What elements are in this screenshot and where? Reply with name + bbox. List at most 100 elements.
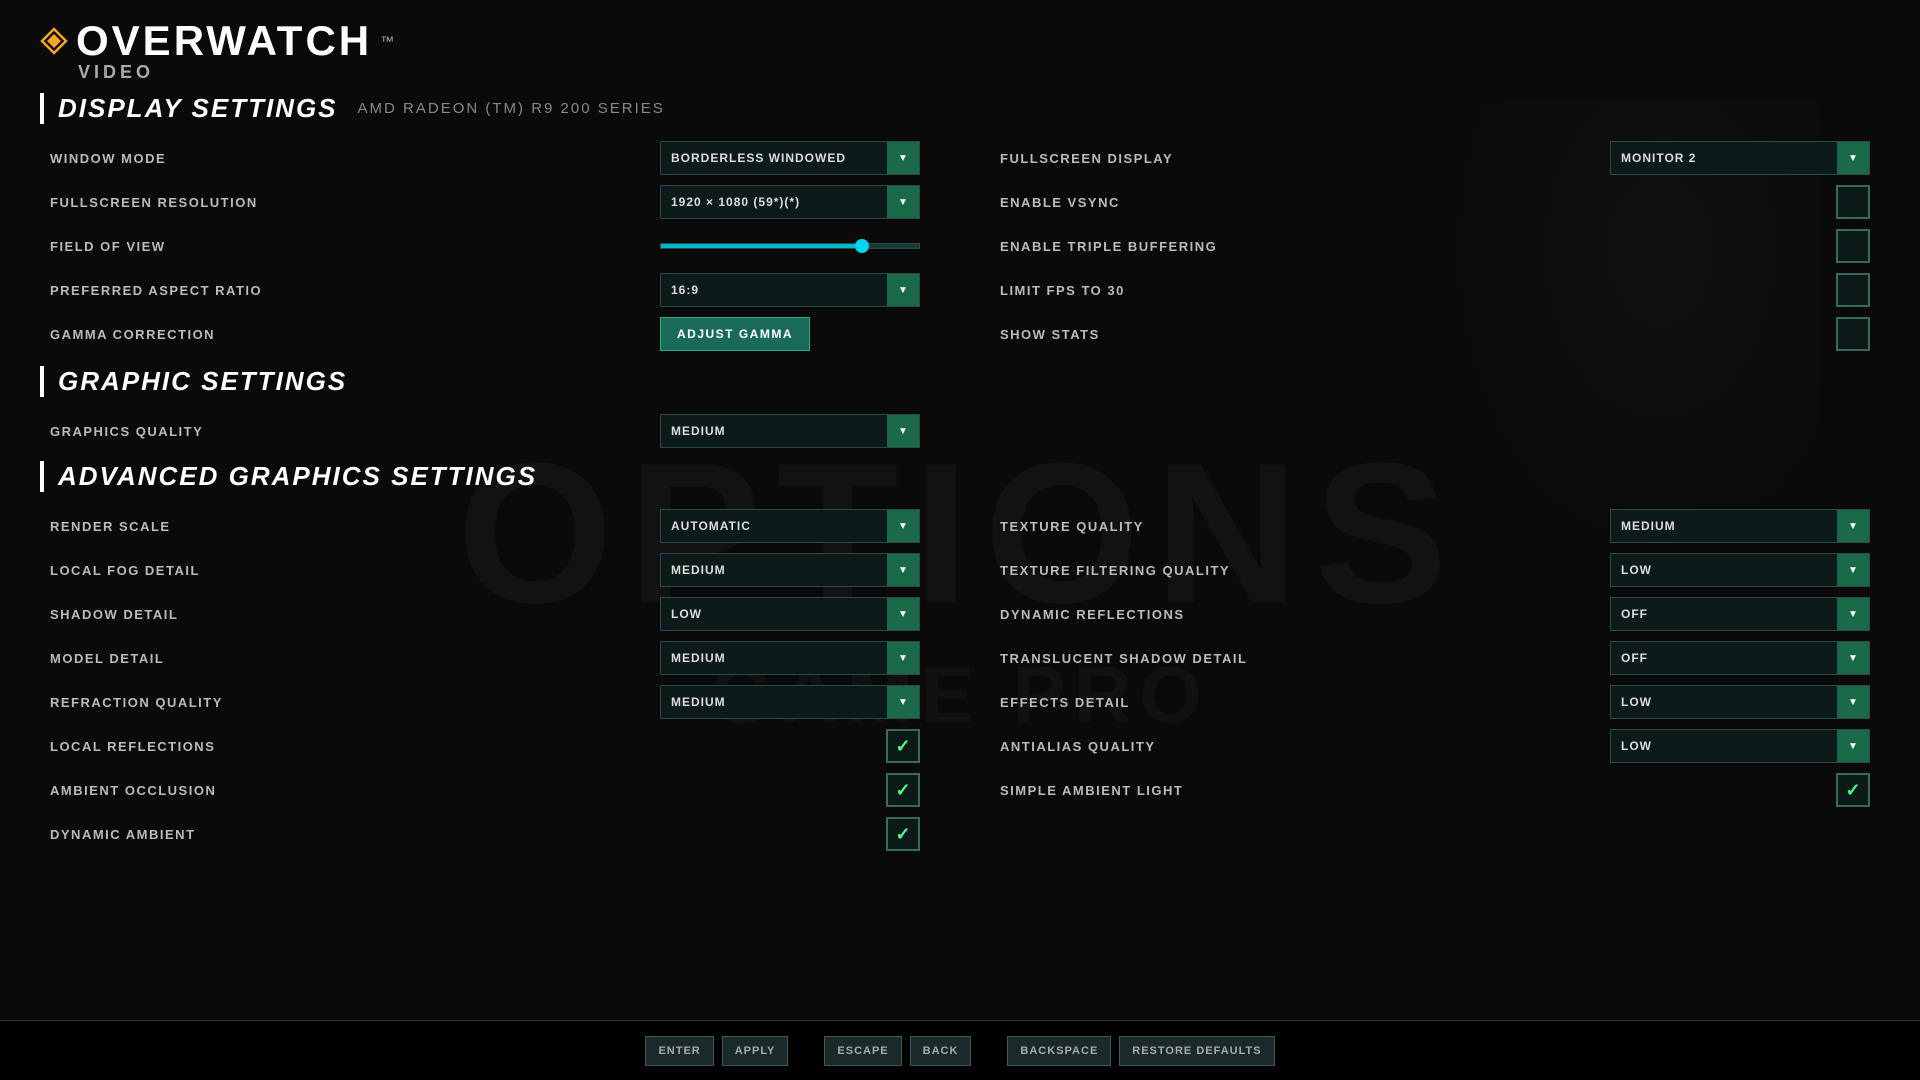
field-of-view-track	[660, 243, 920, 249]
render-scale-label: RENDER SCALE	[50, 519, 310, 534]
gpu-label: AMD RADEON (TM) R9 200 SERIES	[358, 100, 665, 117]
limit-fps-label: LIMIT FPS TO 30	[1000, 283, 1260, 298]
antialias-quality-label: ANTIALIAS QUALITY	[1000, 739, 1260, 754]
graphics-quality-row: GRAPHICS QUALITY MEDIUM	[50, 409, 920, 453]
graphic-right-column	[1000, 409, 1870, 453]
dynamic-reflections-arrow	[1837, 598, 1869, 630]
fullscreen-resolution-dropdown[interactable]: 1920 × 1080 (59*)(*)	[660, 185, 920, 219]
ambient-occlusion-checkbox[interactable]	[886, 773, 920, 807]
refraction-quality-row: REFRACTION QUALITY MEDIUM	[50, 680, 920, 724]
refraction-quality-label: REFRACTION QUALITY	[50, 695, 310, 710]
gamma-correction-label: GAMMA CORRECTION	[50, 327, 310, 342]
gamma-correction-row: GAMMA CORRECTION ADJUST GAMMA	[50, 312, 920, 356]
local-fog-detail-dropdown[interactable]: MEDIUM	[660, 553, 920, 587]
graphics-quality-value: MEDIUM	[661, 424, 887, 438]
simple-ambient-light-checkbox[interactable]	[1836, 773, 1870, 807]
local-fog-detail-value: MEDIUM	[661, 563, 887, 577]
model-detail-value: MEDIUM	[661, 651, 887, 665]
fullscreen-display-row: FULLSCREEN DISPLAY Monitor 2	[1000, 136, 1870, 180]
fullscreen-display-dropdown[interactable]: Monitor 2	[1610, 141, 1870, 175]
render-scale-dropdown[interactable]: Automatic	[660, 509, 920, 543]
texture-filtering-label: TEXTURE FILTERING QUALITY	[1000, 563, 1260, 578]
graphics-quality-dropdown[interactable]: MEDIUM	[660, 414, 920, 448]
preferred-aspect-ratio-value: 16:9	[661, 283, 887, 297]
show-stats-label: SHOW STATS	[1000, 327, 1260, 342]
show-stats-row: SHOW STATS	[1000, 312, 1870, 356]
preferred-aspect-ratio-label: PREFERRED ASPECT RATIO	[50, 283, 310, 298]
local-reflections-label: LOCAL REFLECTIONS	[50, 739, 310, 754]
graphics-quality-label: GRAPHICS QUALITY	[50, 424, 310, 439]
header: OVERWATCH ™ VIDEO	[40, 20, 1880, 83]
restore-defaults-button[interactable]: RESTORE DEFAULTS	[1119, 1036, 1274, 1066]
window-mode-row: WINDOW MODE BORDERLESS WINDOWED	[50, 136, 920, 180]
fullscreen-resolution-row: FULLSCREEN RESOLUTION 1920 × 1080 (59*)(…	[50, 180, 920, 224]
shadow-detail-label: SHADOW DETAIL	[50, 607, 310, 622]
apply-button[interactable]: APPLY	[722, 1036, 789, 1066]
local-reflections-checkbox[interactable]	[886, 729, 920, 763]
enable-vsync-checkbox[interactable]	[1836, 185, 1870, 219]
field-of-view-control	[660, 229, 920, 263]
shadow-detail-dropdown[interactable]: LOW	[660, 597, 920, 631]
dynamic-ambient-label: DYNAMIC AMBIENT	[50, 827, 310, 842]
limit-fps-checkbox[interactable]	[1836, 273, 1870, 307]
dynamic-ambient-checkbox[interactable]	[886, 817, 920, 851]
antialias-quality-value: LOW	[1611, 739, 1837, 753]
trademark-symbol: ™	[380, 33, 394, 49]
effects-detail-row: EFFECTS DETAIL LOW	[1000, 680, 1870, 724]
window-mode-label: WINDOW MODE	[50, 151, 310, 166]
effects-detail-dropdown[interactable]: LOW	[1610, 685, 1870, 719]
shadow-detail-arrow	[887, 598, 919, 630]
fullscreen-display-label: FULLSCREEN DISPLAY	[1000, 151, 1260, 166]
preferred-aspect-ratio-dropdown[interactable]: 16:9	[660, 273, 920, 307]
limit-fps-row: LIMIT FPS TO 30	[1000, 268, 1870, 312]
model-detail-dropdown[interactable]: MEDIUM	[660, 641, 920, 675]
back-button[interactable]: BACK	[910, 1036, 972, 1066]
antialias-quality-row: ANTIALIAS QUALITY LOW	[1000, 724, 1870, 768]
display-settings-grid: WINDOW MODE BORDERLESS WINDOWED FULLSCRE…	[40, 136, 1880, 356]
overwatch-logo-icon	[40, 27, 68, 55]
model-detail-arrow	[887, 642, 919, 674]
window-mode-value: BORDERLESS WINDOWED	[661, 151, 887, 165]
texture-quality-dropdown[interactable]: MEDIUM	[1610, 509, 1870, 543]
render-scale-arrow	[887, 510, 919, 542]
translucent-shadow-dropdown[interactable]: OFF	[1610, 641, 1870, 675]
local-fog-detail-arrow	[887, 554, 919, 586]
ambient-occlusion-label: AMBIENT OCCLUSION	[50, 783, 310, 798]
shadow-detail-value: LOW	[661, 607, 887, 621]
field-of-view-thumb[interactable]	[855, 239, 869, 253]
display-right-column: FULLSCREEN DISPLAY Monitor 2 ENABLE VSYN…	[1000, 136, 1870, 356]
apply-key-label: APPLY	[722, 1036, 789, 1066]
texture-quality-arrow	[1837, 510, 1869, 542]
escape-key-label: ESCAPE	[824, 1036, 901, 1066]
refraction-quality-dropdown[interactable]: MEDIUM	[660, 685, 920, 719]
texture-filtering-dropdown[interactable]: LOW	[1610, 553, 1870, 587]
effects-detail-label: EFFECTS DETAIL	[1000, 695, 1260, 710]
translucent-shadow-arrow	[1837, 642, 1869, 674]
window-mode-arrow	[887, 142, 919, 174]
restore-defaults-label: RESTORE DEFAULTS	[1119, 1036, 1274, 1066]
graphic-settings-grid: GRAPHICS QUALITY MEDIUM	[40, 409, 1880, 453]
show-stats-checkbox[interactable]	[1836, 317, 1870, 351]
escape-button[interactable]: ESCAPE	[824, 1036, 901, 1066]
simple-ambient-light-row: SIMPLE AMBIENT LIGHT	[1000, 768, 1870, 812]
display-left-column: WINDOW MODE BORDERLESS WINDOWED FULLSCRE…	[50, 136, 920, 356]
texture-quality-value: MEDIUM	[1611, 519, 1837, 533]
enable-vsync-label: ENABLE VSYNC	[1000, 195, 1260, 210]
enter-button[interactable]: ENTER	[645, 1036, 713, 1066]
dynamic-reflections-dropdown[interactable]: OFF	[1610, 597, 1870, 631]
adjust-gamma-button[interactable]: ADJUST GAMMA	[660, 317, 810, 351]
fullscreen-resolution-value: 1920 × 1080 (59*)(*)	[661, 195, 887, 209]
graphic-settings-title: GRAPHIC SETTINGS	[58, 366, 347, 397]
refraction-quality-arrow	[887, 686, 919, 718]
backspace-button[interactable]: BACKSPACE	[1007, 1036, 1111, 1066]
window-mode-dropdown[interactable]: BORDERLESS WINDOWED	[660, 141, 920, 175]
antialias-quality-dropdown[interactable]: LOW	[1610, 729, 1870, 763]
translucent-shadow-row: TRANSLUCENT SHADOW DETAIL OFF	[1000, 636, 1870, 680]
texture-quality-label: TEXTURE QUALITY	[1000, 519, 1260, 534]
dynamic-reflections-label: DYNAMIC REFLECTIONS	[1000, 607, 1260, 622]
enable-triple-buffering-checkbox[interactable]	[1836, 229, 1870, 263]
model-detail-label: MODEL DETAIL	[50, 651, 310, 666]
game-title: OVERWATCH	[76, 20, 372, 62]
local-fog-detail-label: LOCAL FOG DETAIL	[50, 563, 310, 578]
effects-detail-value: LOW	[1611, 695, 1837, 709]
